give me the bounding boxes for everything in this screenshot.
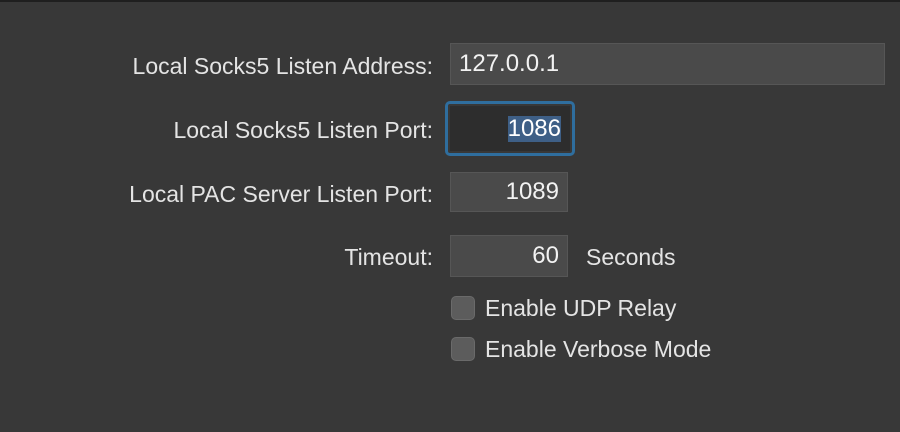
verbose-mode-checkbox[interactable]: [451, 337, 475, 361]
pac-port-field[interactable]: 1089: [450, 172, 568, 212]
listen-port-field[interactable]: 1086: [450, 106, 570, 151]
listen-port-label: Local Socks5 Listen Port:: [173, 117, 433, 143]
timeout-field[interactable]: 60: [450, 235, 568, 277]
listen-address-field[interactable]: 127.0.0.1: [450, 43, 885, 85]
pac-port-value: 1089: [505, 178, 559, 205]
window-top-border: [0, 0, 900, 2]
udp-relay-checkbox[interactable]: [451, 296, 475, 320]
timeout-value: 60: [532, 242, 559, 269]
pac-port-label: Local PAC Server Listen Port:: [129, 181, 433, 207]
listen-port-value: 1086: [507, 114, 561, 142]
timeout-label: Timeout:: [344, 244, 433, 270]
timeout-unit: Seconds: [586, 244, 676, 270]
verbose-mode-option[interactable]: Enable Verbose Mode: [451, 337, 711, 361]
udp-relay-label: Enable UDP Relay: [485, 294, 677, 321]
udp-relay-option[interactable]: Enable UDP Relay: [451, 296, 676, 320]
listen-address-label: Local Socks5 Listen Address:: [132, 53, 433, 79]
verbose-mode-label: Enable Verbose Mode: [485, 335, 712, 362]
listen-address-value: 127.0.0.1: [459, 50, 560, 77]
